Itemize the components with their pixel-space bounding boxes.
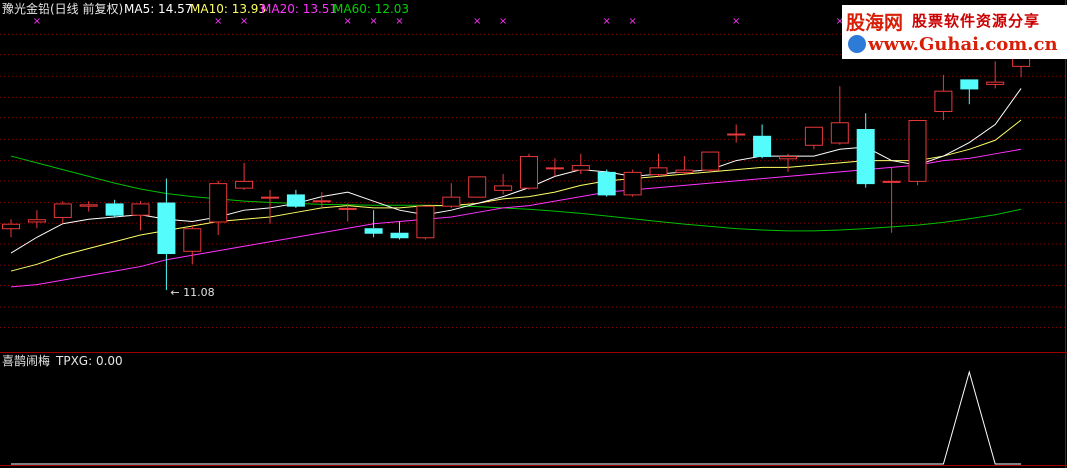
watermark-logo: 股海网 股票软件资源分享 www.Guhai.com.cn: [842, 5, 1067, 59]
candle-body: [468, 176, 487, 198]
candle-body: [675, 169, 694, 173]
candle-body: [286, 194, 305, 207]
candle-body: [494, 185, 513, 191]
candle-body: [934, 90, 953, 112]
candle-body: [235, 180, 254, 189]
candle-body: [908, 119, 927, 182]
ma10-label: MA10: 13.93: [190, 2, 267, 16]
candle-body: [209, 183, 228, 223]
candle-body: [79, 204, 98, 207]
ma20-label: MA20: 13.51: [261, 2, 338, 16]
watermark-url: www.Guhai.com.cn: [868, 34, 1058, 55]
signal-marker: ×: [33, 16, 41, 27]
candle-body: [520, 156, 538, 189]
candle-body: [27, 219, 46, 223]
candle-body: [986, 81, 1005, 85]
signal-marker: ×: [628, 16, 636, 27]
signal-marker: ×: [395, 16, 403, 27]
signal-marker: ×: [473, 16, 481, 27]
candle-body: [183, 228, 202, 252]
candle-body: [2, 223, 20, 230]
signal-marker: ×: [240, 16, 248, 27]
watermark-tagline: 股票软件资源分享: [912, 12, 1041, 30]
tpxg-line: [11, 370, 1022, 465]
globe-icon: [848, 35, 866, 53]
candle-body: [545, 167, 564, 170]
candle-body: [338, 207, 357, 210]
candle-body: [53, 203, 72, 218]
candle-body: [649, 167, 668, 176]
candle-body: [623, 171, 642, 196]
watermark-site-name: 股海网: [846, 12, 904, 34]
stock-title: 豫光金铅(日线 前复权): [2, 2, 124, 16]
signal-marker: ×: [603, 16, 611, 27]
candle-body: [105, 203, 124, 216]
candle-body: [261, 196, 279, 199]
indicator-value: TPXG: 0.00: [56, 354, 123, 368]
candle-body: [727, 133, 746, 136]
candle-body: [364, 228, 383, 234]
candle-body: [882, 180, 901, 183]
candle-body: [779, 156, 797, 160]
candle-body: [804, 126, 823, 146]
ma60-label: MA60: 12.03: [333, 2, 410, 16]
candle-body: [131, 203, 150, 216]
signal-marker: ×: [214, 16, 222, 27]
candle-body: [312, 200, 331, 203]
ma5-label: MA5: 14.57: [124, 2, 193, 16]
candle-body: [157, 202, 176, 255]
candle-body: [416, 205, 435, 239]
low-price-annotation: ← 11.08: [170, 286, 214, 299]
candle-body: [856, 129, 875, 185]
candle-body: [701, 151, 720, 171]
signal-marker: ×: [369, 16, 377, 27]
kline-window: × × × × × × × × × × × × ← 11.08 豫光金铅(日线 前复权) MA5: 14…: [0, 0, 1067, 468]
candle-body: [960, 79, 979, 90]
signal-marker: ×: [499, 16, 507, 27]
candle-body: [442, 196, 461, 207]
candle-body: [753, 135, 772, 158]
candle-body: [390, 232, 409, 239]
signal-marker: ×: [732, 16, 740, 27]
candle-body: [597, 171, 616, 196]
candle-body: [571, 165, 590, 171]
candle-body: [830, 122, 849, 144]
chart-canvas[interactable]: × × × × × × × × × × × ×← 11.08: [0, 0, 1067, 468]
indicator-name: 喜鹊闹梅: [2, 354, 51, 368]
signal-marker: ×: [344, 16, 352, 27]
